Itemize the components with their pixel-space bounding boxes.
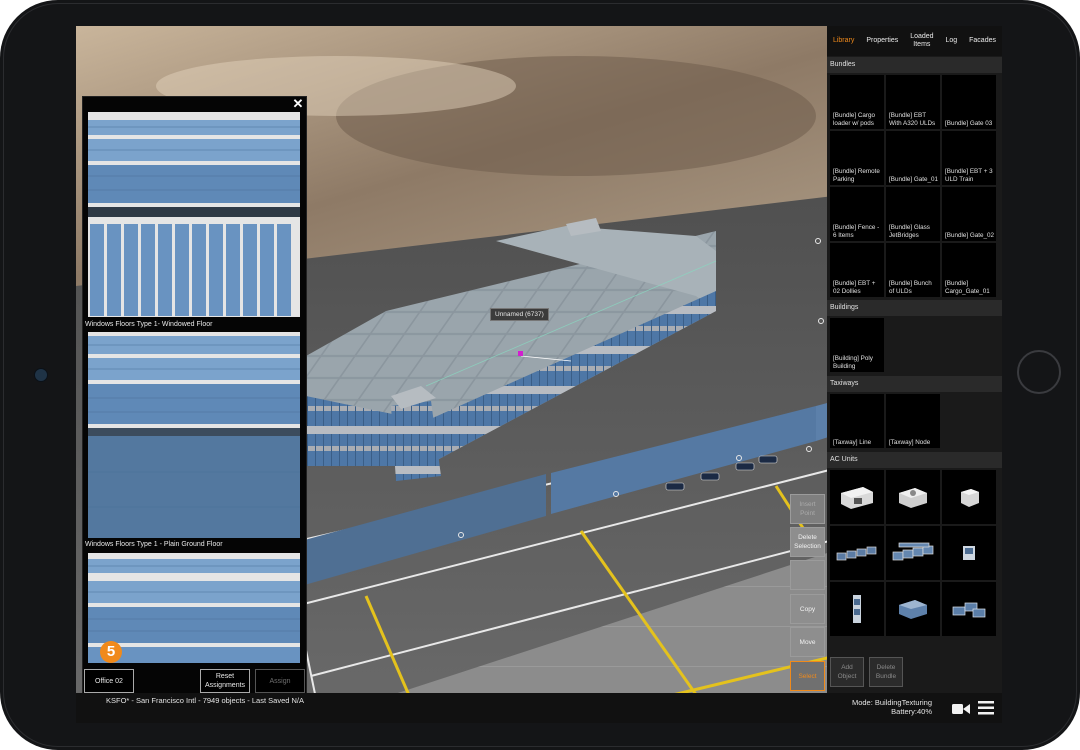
library-panel: Library Properties Loaded Items Log Faca… [827, 26, 1002, 723]
taxiway-tile[interactable]: [Taxway] Node [886, 394, 940, 448]
bundle-tile[interactable]: [Bundle] Bunch of ULDs [886, 243, 940, 297]
ac-unit-tower-icon[interactable] [830, 582, 884, 636]
ac-unit-medium-icon[interactable] [886, 470, 940, 524]
camera-icon[interactable] [952, 702, 970, 720]
app-screen: Unnamed (6737) ✕ Windows Floors Type 1- … [76, 26, 1002, 723]
section-header-bundles: Bundles [827, 57, 1002, 73]
ac-unit-array-icon[interactable] [886, 526, 940, 580]
reset-assignments-button[interactable]: Reset Assignments [200, 669, 250, 693]
texture-windowed-floor[interactable] [88, 112, 300, 317]
ac-unit-row-icon[interactable] [830, 526, 884, 580]
bundle-tile[interactable]: [Bundle] EBT + 02 Dollies [830, 243, 884, 297]
tablet-frame: Unnamed (6737) ✕ Windows Floors Type 1- … [0, 0, 1080, 750]
ac-unit-cluster-icon[interactable] [942, 582, 996, 636]
status-bar: KSFO* - San Francisco Intl - 7949 object… [76, 693, 1002, 723]
bundle-tile[interactable]: [Bundle] Remote Parking [830, 131, 884, 185]
section-header-ac-units: AC Units [827, 452, 1002, 468]
texture-caption: Windows Floors Type 1 - Plain Ground Flo… [85, 541, 223, 548]
home-button[interactable] [1017, 350, 1061, 394]
add-object-button[interactable]: Add Object [830, 657, 864, 687]
bundle-tile[interactable]: [Bundle] Gate_01 [886, 131, 940, 185]
front-camera [34, 368, 48, 382]
bundle-tile[interactable]: [Bundle] Gate 03 [942, 75, 996, 129]
bundle-tile[interactable]: [Bundle] Cargo loader w/ pods [830, 75, 884, 129]
bundle-tile[interactable]: [Bundle] Glass JetBridges [886, 187, 940, 241]
close-icon[interactable]: ✕ [291, 97, 305, 111]
bundle-tile[interactable]: [Bundle] Fence - 6 Items [830, 187, 884, 241]
assign-button[interactable]: Assign [255, 669, 305, 693]
tab-properties[interactable]: Properties [860, 26, 904, 56]
selected-object-label: Unnamed (6737) [490, 308, 549, 321]
library-tabs: Library Properties Loaded Items Log Faca… [827, 26, 1002, 56]
taxiway-tile[interactable]: [Taxway] Line [830, 394, 884, 448]
tab-loaded-items[interactable]: Loaded Items [904, 26, 939, 56]
tab-facades[interactable]: Facades [963, 26, 1002, 56]
bundle-tile[interactable]: [Bundle] Gate_02 [942, 187, 996, 241]
delete-selection-button[interactable]: Delete Selection [790, 527, 825, 557]
ac-unit-box-icon[interactable] [886, 582, 940, 636]
ac-unit-large-icon[interactable] [830, 470, 884, 524]
insert-point-button[interactable]: Insert Point [790, 494, 825, 524]
bundle-tile[interactable]: [Bundle] EBT With A320 ULDs [886, 75, 940, 129]
section-header-taxiways: Taxiways [827, 376, 1002, 392]
copy-button[interactable]: Copy [790, 594, 825, 624]
select-button[interactable]: Select [790, 661, 825, 691]
step-badge: 5 [100, 641, 122, 663]
move-button[interactable]: Move [790, 627, 825, 657]
mode-text: Mode: BuildingTexturing [851, 698, 932, 707]
texture-plain-ground-floor[interactable] [88, 332, 300, 538]
status-info: KSFO* - San Francisco Intl - 7949 object… [106, 696, 305, 705]
tab-log[interactable]: Log [940, 26, 964, 56]
section-header-buildings: Buildings [827, 300, 1002, 316]
texture-panel: ✕ Windows Floors Type 1- Windowed Floor … [82, 96, 307, 696]
battery-text: Battery:40% [891, 707, 932, 716]
ac-unit-compact-icon[interactable] [942, 526, 996, 580]
bundle-tile[interactable]: [Bundle] Cargo_Gate_01 [942, 243, 996, 297]
building-tile[interactable]: [Building] Poly Building [830, 318, 884, 372]
ac-unit-small-icon[interactable] [942, 470, 996, 524]
status-mode: Mode: BuildingTexturing Battery:40% [852, 698, 932, 716]
bundle-tile[interactable]: [Bundle] EBT + 3 ULD Train [942, 131, 996, 185]
delete-bundle-button[interactable]: Delete Bundle [869, 657, 903, 687]
material-select-button[interactable]: Office 02 [84, 669, 134, 693]
texture-caption: Windows Floors Type 1- Windowed Floor [85, 321, 213, 328]
hamburger-menu-icon[interactable] [978, 701, 994, 720]
tab-library[interactable]: Library [827, 26, 860, 56]
blank-action-button[interactable] [790, 560, 825, 590]
